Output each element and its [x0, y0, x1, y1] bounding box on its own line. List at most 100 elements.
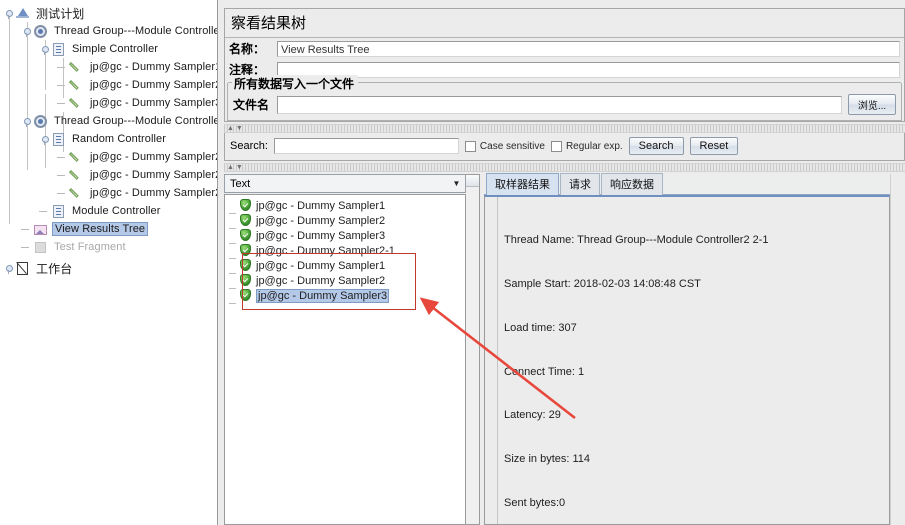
tree-item-label: jp@gc - Dummy Sampler1	[90, 61, 218, 73]
tree-connector	[21, 238, 33, 256]
results-list[interactable]: jp@gc - Dummy Sampler1 jp@gc - Dummy Sam…	[224, 194, 466, 525]
list-item[interactable]: jp@gc - Dummy Sampler2	[225, 213, 465, 229]
tree-expander-icon[interactable]	[3, 8, 14, 19]
tree-item-dummy-sampler-3[interactable]: jp@gc - Dummy Sampler3	[0, 94, 217, 112]
tree-expander-icon[interactable]	[21, 116, 32, 127]
tree-item-test-fragment[interactable]: Test Fragment	[0, 238, 217, 256]
name-label: 名称：	[229, 42, 266, 56]
list-item-label: jp@gc - Dummy Sampler2-1	[256, 244, 395, 257]
detail-gutter	[485, 197, 498, 524]
filename-label: 文件名	[233, 98, 270, 112]
tree-connector	[57, 148, 69, 166]
search-input[interactable]	[273, 138, 459, 154]
name-input[interactable]: View Results Tree	[277, 40, 900, 57]
list-item[interactable]: jp@gc - Dummy Sampler1	[225, 258, 465, 274]
view-results-tree-icon	[33, 222, 48, 237]
tree-connector	[57, 58, 69, 76]
tree-item-thread-group-2[interactable]: Thread Group---Module Controller2	[0, 112, 217, 130]
tree-item-simple-controller[interactable]: Simple Controller	[0, 40, 217, 58]
tree-item-module-controller[interactable]: Module Controller	[0, 202, 217, 220]
case-sensitive-checkbox[interactable]: Case sensitive	[464, 140, 545, 152]
success-icon	[239, 244, 252, 257]
browse-button[interactable]: 浏览...	[848, 94, 896, 115]
list-item-label: jp@gc - Dummy Sampler2	[256, 274, 386, 287]
tab-request[interactable]: 请求	[560, 173, 600, 195]
regular-exp-label: Regular exp.	[565, 140, 623, 152]
test-fragment-icon	[33, 240, 48, 255]
checkbox-box[interactable]	[464, 140, 476, 152]
tab-response-data[interactable]: 响应数据	[601, 173, 663, 195]
list-item[interactable]: jp@gc - Dummy Sampler2-1	[225, 243, 465, 259]
detail-line: Size in bytes: 114	[504, 453, 591, 466]
tree-expander-icon[interactable]	[3, 263, 14, 274]
jmeter-window: 测试计划 Thread Group---Module Controller1 S…	[0, 0, 905, 525]
tree-item-label: Simple Controller	[72, 43, 159, 55]
page-title: 察看结果树	[225, 9, 904, 38]
detail-body: Thread Name: Thread Group---Module Contr…	[484, 195, 890, 525]
search-label: Search:	[230, 140, 268, 152]
write-all-data-fieldset: 所有数据写入一个文件 文件名 浏览...	[227, 75, 902, 121]
tree-item-dummy-sampler-2[interactable]: jp@gc - Dummy Sampler2	[0, 76, 217, 94]
detail-column: 取样器结果 请求 响应数据 Thread Name: Thread Group-…	[484, 173, 890, 525]
tree-connector	[57, 184, 69, 202]
chevron-down-icon[interactable]: ▼	[448, 179, 465, 188]
comment-input[interactable]	[277, 61, 900, 78]
success-icon	[239, 199, 252, 212]
fieldset-legend: 所有数据写入一个文件	[232, 75, 359, 92]
detail-tabs: 取样器结果 请求 响应数据	[484, 173, 890, 195]
list-item[interactable]: jp@gc - Dummy Sampler1	[225, 198, 465, 214]
controller-icon	[51, 132, 66, 147]
sampler-icon	[69, 60, 84, 75]
filename-input[interactable]	[277, 95, 842, 114]
tree-expander-icon[interactable]	[39, 134, 50, 145]
splitter-arrows-icon[interactable]: ▲▼	[227, 164, 245, 171]
tree-item-label: View Results Tree	[52, 222, 149, 236]
sampler-result-text[interactable]: Thread Name: Thread Group---Module Contr…	[498, 197, 889, 524]
tree-item-workbench[interactable]: 工作台	[0, 259, 217, 277]
renderer-select[interactable]: Text ▼	[224, 174, 466, 193]
controller-icon	[51, 204, 66, 219]
tree-connector	[39, 202, 51, 220]
view-results-tree-panel: 察看结果树 名称： View Results Tree 注释： 所有数据写入一个…	[218, 0, 905, 525]
detail-line: Sent bytes:0	[504, 496, 566, 509]
scrollbar-thumb[interactable]	[466, 175, 479, 187]
list-item[interactable]: jp@gc - Dummy Sampler3	[225, 228, 465, 244]
checkbox-box[interactable]	[550, 140, 562, 152]
list-item[interactable]: jp@gc - Dummy Sampler2	[225, 273, 465, 289]
success-icon	[239, 259, 252, 272]
regular-exp-checkbox[interactable]: Regular exp.	[550, 140, 623, 152]
results-list-scrollbar[interactable]	[466, 174, 480, 525]
splitter-handle[interactable]: ▲▼	[224, 124, 905, 133]
tree-item-dummy-sampler-2-2[interactable]: jp@gc - Dummy Sampler2-2	[0, 166, 217, 184]
tree-item-random-controller[interactable]: Random Controller	[0, 130, 217, 148]
splitter-handle-lower[interactable]: ▲▼	[224, 163, 905, 172]
tree-expander-icon[interactable]	[21, 26, 32, 37]
search-button[interactable]: Search	[628, 137, 684, 155]
reset-button[interactable]: Reset	[689, 137, 739, 155]
tree-item-label: jp@gc - Dummy Sampler2	[90, 79, 218, 91]
list-item-selected[interactable]: jp@gc - Dummy Sampler3	[225, 288, 465, 304]
tree-item-dummy-sampler-1[interactable]: jp@gc - Dummy Sampler1	[0, 58, 217, 76]
tree-item-label: 测试计划	[36, 6, 85, 21]
tree-item-dummy-sampler-2-1[interactable]: jp@gc - Dummy Sampler2-1	[0, 148, 217, 166]
tree-item-label: Module Controller	[72, 205, 161, 217]
panel-right-rail	[890, 174, 905, 525]
detail-line: Connect Time: 1	[504, 365, 585, 378]
tree-item-label: Thread Group---Module Controller1	[54, 25, 218, 37]
tree-item-label: jp@gc - Dummy Sampler2-1	[90, 151, 218, 163]
sampler-icon	[69, 78, 84, 93]
splitter-arrows-icon[interactable]: ▲▼	[227, 125, 245, 132]
tree-item-test-plan[interactable]: 测试计划	[0, 4, 217, 22]
case-sensitive-label: Case sensitive	[479, 140, 545, 152]
filename-row: 文件名 浏览...	[233, 94, 896, 115]
tab-sampler-result[interactable]: 取样器结果	[486, 173, 559, 195]
results-work-area: Text ▼ jp@gc - Dummy Sampler1 jp@gc - Du…	[224, 173, 905, 525]
tree-expander-icon[interactable]	[39, 44, 50, 55]
tree-item-view-results-tree[interactable]: View Results Tree	[0, 220, 217, 238]
tree-item-thread-group-1[interactable]: Thread Group---Module Controller1	[0, 22, 217, 40]
tree-root: 测试计划 Thread Group---Module Controller1 S…	[0, 0, 217, 277]
test-plan-tree-panel[interactable]: 测试计划 Thread Group---Module Controller1 S…	[0, 0, 218, 525]
tree-item-dummy-sampler-2-3[interactable]: jp@gc - Dummy Sampler2-3	[0, 184, 217, 202]
fieldset-border	[312, 82, 901, 83]
tree-connector	[57, 94, 69, 112]
